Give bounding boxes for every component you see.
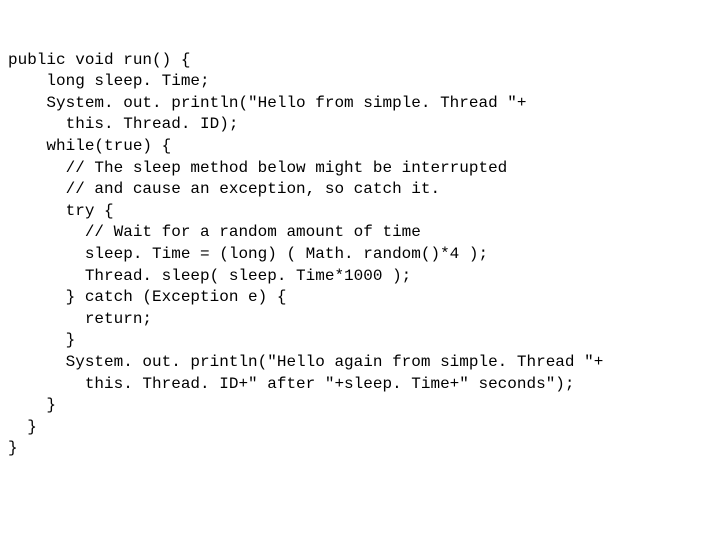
code-line: this. Thread. ID); [8,115,238,133]
code-line: return; [8,310,152,328]
code-block: public void run() { long sleep. Time; Sy… [0,0,720,460]
code-line: } catch (Exception e) { [8,288,286,306]
code-line: System. out. println("Hello from simple.… [8,94,526,112]
code-line: // Wait for a random amount of time [8,223,421,241]
code-line: try { [8,202,114,220]
code-line: sleep. Time = (long) ( Math. random()*4 … [8,245,488,263]
code-line: while(true) { [8,137,171,155]
code-line: // The sleep method below might be inter… [8,159,507,177]
code-line: System. out. println("Hello again from s… [8,353,603,371]
code-line: } [8,418,37,436]
code-line: } [8,439,18,457]
code-line: this. Thread. ID+" after "+sleep. Time+"… [8,375,575,393]
code-line: } [8,331,75,349]
code-line: Thread. sleep( sleep. Time*1000 ); [8,267,411,285]
code-line: long sleep. Time; [8,72,210,90]
code-line: } [8,396,56,414]
code-line: public void run() { [8,51,190,69]
code-line: // and cause an exception, so catch it. [8,180,440,198]
